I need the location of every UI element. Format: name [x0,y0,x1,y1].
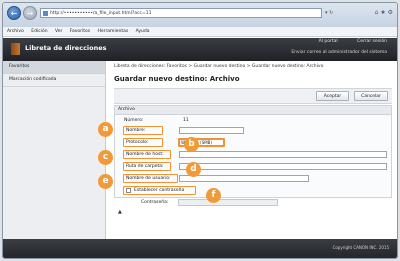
name-label: Nombre: [126,128,146,133]
menu-herramientas[interactable]: Herramientas [98,29,129,34]
footer: Copyright CANON INC. 2015 [3,239,397,258]
password-input[interactable] [178,199,278,206]
accept-button[interactable]: Aceptar [316,91,349,101]
number-label: Número: [124,118,144,123]
folder-label: Ruta de carpeta: [126,164,164,169]
back-arrow-icon[interactable]: ← [7,6,21,20]
sidebar-item-marcacion[interactable]: Marcación codificada [3,74,105,87]
app-title: Libreta de direcciones [25,44,107,52]
breadcrumb: Libreta de direcciones: Favoritos > Guar… [114,64,324,69]
user-input[interactable] [179,175,309,182]
address-book-icon [11,43,20,55]
callout-d: d [186,162,201,177]
callout-e: e [98,174,113,189]
sidebar-item-favoritos[interactable]: Favoritos [3,61,105,74]
number-value: 11 [183,118,189,123]
action-bar: Aceptar Cancelar [114,88,392,104]
set-password-checkbox[interactable] [126,187,131,193]
sidebar: Favoritos Marcación codificada [3,61,106,239]
callout-f: f [206,188,221,203]
portal-link[interactable]: Al portal [319,39,338,44]
section-title: Archivo [115,106,391,115]
folder-input[interactable] [179,163,387,170]
scroll-top-icon[interactable]: ▲ [118,209,122,215]
admin-mail-link[interactable]: Enviar correo al administrador del siste… [291,50,387,55]
menu-favoritos[interactable]: Favoritos [70,29,90,34]
page-title: Guardar nuevo destino: Archivo [114,75,240,83]
user-label: Nombre de usuario: [126,176,171,181]
menu-edicion[interactable]: Edición [31,29,47,34]
menu-bar: Archivo Edición Ver Favoritos Herramient… [3,27,397,37]
app-header: Libreta de direcciones Al portal Cerrar … [3,38,397,61]
host-input[interactable] [179,151,387,158]
file-section: Archivo Número: 11 Nombre: Protocolo: Wi… [114,105,392,198]
browser-tools-icons[interactable]: ⌂ ★ ⚙ [375,9,393,17]
browser-toolbar: ← → http://•••••••••••/a_file_input.html… [3,3,397,27]
page-icon [43,11,48,16]
set-password-label: Establecer contraseña [134,188,185,193]
refresh-icon[interactable]: ▾ ↻ [325,8,333,18]
menu-ver[interactable]: Ver [55,29,62,34]
name-input[interactable] [179,127,244,134]
forward-arrow-icon[interactable]: → [23,6,37,20]
header-links: Al portal Cerrar sesión [301,39,387,44]
copyright: Copyright CANON INC. 2015 [332,245,389,250]
address-bar[interactable]: http://•••••••••••/a_file_input.html?acc… [40,8,322,18]
password-label: Contraseña: [141,200,169,205]
callout-a: a [98,122,113,137]
callout-c: c [98,150,113,165]
menu-archivo[interactable]: Archivo [7,29,24,34]
protocol-label: Protocolo: [126,140,149,145]
callout-b: b [184,137,199,152]
address-text: http://•••••••••••/a_file_input.html?acc… [50,11,152,16]
host-label: Nombre de host: [126,152,164,157]
logout-link[interactable]: Cerrar sesión [357,39,387,44]
main-content: Libreta de direcciones: Favoritos > Guar… [98,61,397,239]
menu-ayuda[interactable]: Ayuda [136,29,150,34]
cancel-button[interactable]: Cancelar [354,91,388,101]
browser-window: ← → http://•••••••••••/a_file_input.html… [2,2,398,259]
